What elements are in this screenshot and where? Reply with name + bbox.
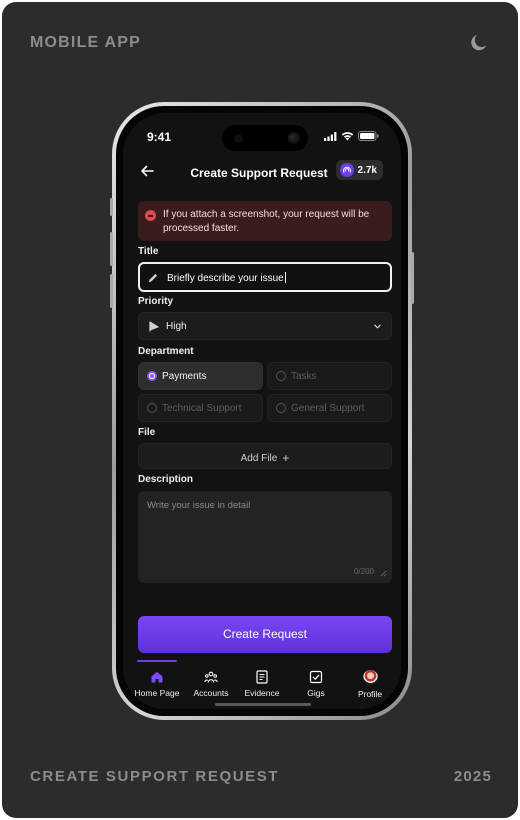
home-icon <box>151 671 163 683</box>
tab-label: Evidence <box>244 688 280 698</box>
create-request-button[interactable]: Create Request <box>138 616 392 653</box>
description-placeholder: Write your issue in detail <box>147 500 251 511</box>
file-label: File <box>138 427 156 438</box>
department-option-label: Payments <box>162 371 207 382</box>
signal-icon <box>324 131 337 141</box>
card-footer-title: CREATE SUPPORT REQUEST <box>30 768 280 785</box>
priority-label: Priority <box>138 296 174 307</box>
alert-message: If you attach a screenshot, your request… <box>163 209 370 234</box>
title-input[interactable]: Briefly describe your issue <box>138 262 392 292</box>
radio-icon <box>276 403 286 413</box>
description-label: Description <box>138 474 194 485</box>
department-option-payments[interactable]: Payments <box>138 362 263 390</box>
description-textarea[interactable]: Write your issue in detail 0/200 <box>138 491 392 583</box>
tab-gigs[interactable]: Gigs <box>288 670 344 698</box>
department-option-label: General Support <box>291 403 365 414</box>
card-heading: MOBILE APP <box>30 34 141 51</box>
priority-select[interactable]: High <box>138 312 392 340</box>
alert-icon <box>145 210 156 221</box>
status-time: 9:41 <box>147 130 172 144</box>
phone-side-button <box>110 198 113 216</box>
department-option-label: Tasks <box>291 371 317 382</box>
status-icons <box>324 131 379 141</box>
add-file-label: Add File <box>240 453 278 464</box>
wifi-icon <box>341 132 354 141</box>
credits-badge[interactable]: 2.7k <box>335 160 383 180</box>
flag-icon <box>149 321 159 332</box>
page-title-text: Create Support Request <box>190 166 328 180</box>
add-file-content: Add File + <box>139 451 391 465</box>
tab-label: Gigs <box>307 688 325 698</box>
title-input-value: Briefly describe your issue <box>167 272 286 284</box>
credits-value: 2.7k <box>357 164 377 176</box>
dynamic-island <box>222 125 308 151</box>
phone-side-button <box>110 274 113 308</box>
active-tab-indicator <box>137 660 177 662</box>
tab-accounts[interactable]: Accounts <box>183 670 239 698</box>
radio-icon <box>276 371 286 381</box>
battery-icon <box>358 131 379 141</box>
phone-screen: 9:41 Create Support Request 2.7k If you … <box>123 113 401 709</box>
home-indicator <box>215 703 311 706</box>
department-option-technical-support[interactable]: Technical Support <box>138 394 263 422</box>
camera <box>288 132 300 144</box>
char-counter: 0/200 <box>353 567 374 576</box>
tab-label: Accounts <box>193 688 229 698</box>
add-file-button[interactable]: Add File + <box>138 443 392 469</box>
department-label: Department <box>138 346 194 357</box>
showcase-card: MOBILE APP 9:41 Create Support Request 2… <box>2 2 518 818</box>
tab-evidence[interactable]: Evidence <box>234 670 290 698</box>
phone-side-button <box>411 252 414 304</box>
department-option-tasks[interactable]: Tasks <box>267 362 392 390</box>
card-footer-year: 2025 <box>453 768 492 785</box>
info-alert: If you attach a screenshot, your request… <box>138 201 392 241</box>
tab-label: Profile <box>357 689 383 699</box>
radio-icon <box>147 371 157 381</box>
tab-home-page[interactable]: Home Page <box>129 670 185 698</box>
evidence-icon <box>256 670 268 684</box>
credits-icon <box>339 163 354 177</box>
sensor <box>234 134 243 143</box>
department-option-general-support[interactable]: General Support <box>267 394 392 422</box>
resize-handle-icon[interactable] <box>380 570 387 577</box>
tab-label: Home Page <box>134 688 180 698</box>
priority-value: High <box>166 321 187 332</box>
accounts-icon <box>204 671 218 683</box>
screen-header: Create Support Request 2.7k <box>123 157 401 187</box>
plus-icon: + <box>282 451 290 465</box>
phone-bezel: 9:41 Create Support Request 2.7k If you … <box>116 106 408 716</box>
bottom-tab-bar: Home Page Accounts Evidence Gigs Profile <box>123 657 401 709</box>
phone-side-button <box>110 232 113 266</box>
avatar <box>362 670 378 685</box>
pencil-icon <box>148 273 158 283</box>
chevron-down-icon <box>374 324 381 329</box>
tab-profile[interactable]: Profile <box>342 670 398 699</box>
gigs-icon <box>309 670 323 684</box>
department-option-label: Technical Support <box>162 403 242 414</box>
phone-mockup: 9:41 Create Support Request 2.7k If you … <box>110 102 414 720</box>
radio-icon <box>147 403 157 413</box>
moon-icon[interactable] <box>468 32 490 54</box>
title-label: Title <box>138 246 159 257</box>
